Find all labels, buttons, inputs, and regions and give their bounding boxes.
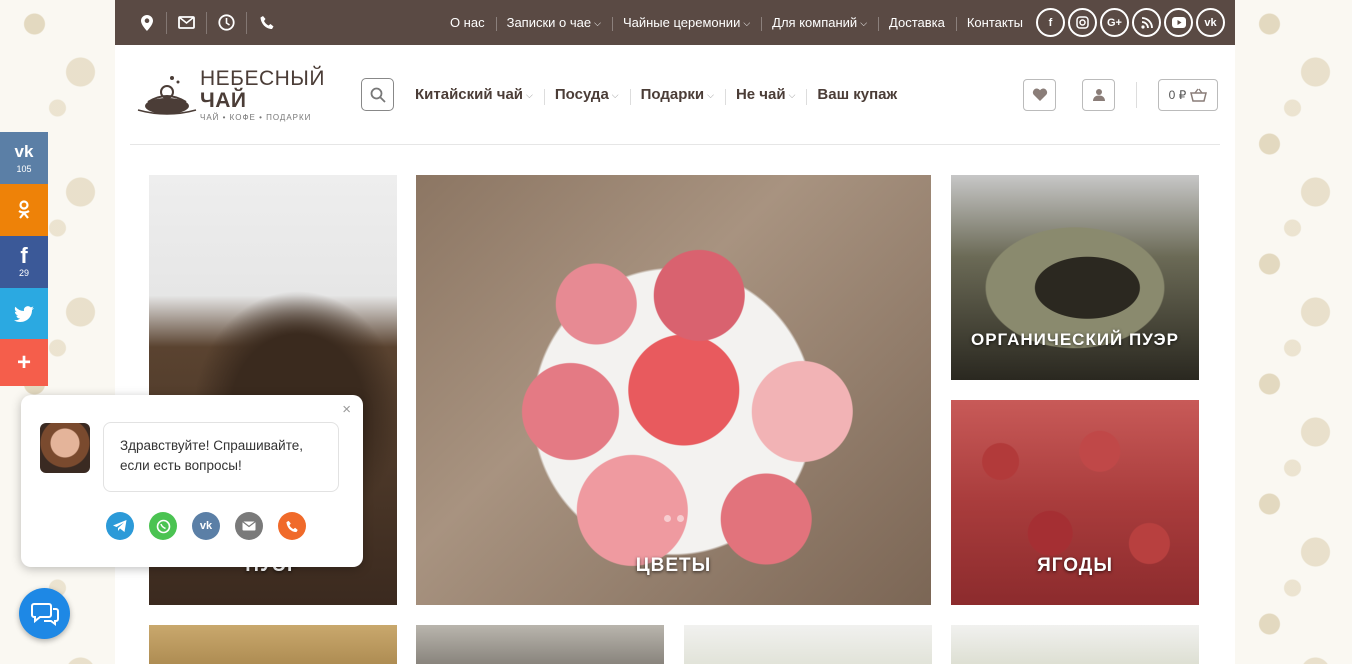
tile-label: ЯГОДЫ	[1037, 555, 1113, 576]
chat-bubble-icon	[30, 602, 59, 626]
top-navigation: О нас Записки о чае ⌵ Чайные церемонии ⌵ Д…	[439, 15, 1034, 31]
nav-not-tea[interactable]: Не чай ⌵	[724, 86, 806, 105]
site-logo[interactable]: НЕБЕСНЫЙ ЧАЙ ЧАЙ • КОФЕ • ПОДАРКИ	[134, 66, 346, 122]
logo-subtitle: ЧАЙ • КОФЕ • ПОДАРКИ	[200, 112, 312, 122]
logo-title: НЕБЕСНЫЙ	[200, 66, 325, 90]
twitter-icon	[14, 305, 34, 322]
chevron-down-icon: ⌵	[788, 90, 796, 100]
vk-icon: vk	[14, 141, 34, 161]
tile-label: ЦВЕТЫ	[635, 555, 712, 576]
google-plus-icon[interactable]: G+	[1100, 8, 1129, 37]
share-twitter-button[interactable]	[0, 288, 48, 339]
chevron-down-icon: ⌵	[860, 18, 868, 28]
header-divider	[1136, 81, 1137, 108]
telegram-icon[interactable]	[106, 512, 134, 540]
nav-your-blend[interactable]: Ваш купаж	[806, 86, 908, 105]
facebook-icon: f	[20, 242, 28, 268]
tile-label: ОРГАНИЧЕСКИЙ ПУЭР	[970, 330, 1179, 349]
share-odnoklassniki-button[interactable]	[0, 184, 48, 236]
email-icon[interactable]	[235, 512, 263, 540]
wishlist-button[interactable]	[1023, 78, 1056, 111]
category-tile[interactable]	[149, 625, 397, 664]
close-icon[interactable]: ×	[342, 401, 351, 418]
youtube-icon[interactable]	[1164, 8, 1193, 37]
chat-popup: × Здравствуйте! Спрашивайте, если есть в…	[21, 395, 363, 567]
facebook-icon[interactable]: f	[1036, 8, 1065, 37]
share-sidebar: vk 105 f 29 +	[0, 132, 48, 386]
location-icon[interactable]	[127, 11, 167, 34]
share-vk-button[interactable]: vk 105	[0, 132, 48, 184]
background-pattern-right	[1235, 0, 1352, 664]
phone-icon[interactable]	[247, 12, 287, 34]
topnav-about[interactable]: О нас	[439, 15, 496, 30]
nav-gifts[interactable]: Подарки ⌵	[629, 86, 725, 105]
top-bar: О нас Записки о чае ⌵ Чайные церемонии ⌵ Д…	[115, 0, 1235, 45]
chevron-down-icon: ⌵	[707, 90, 714, 100]
nav-chinese-tea[interactable]: Китайский чай ⌵	[404, 86, 544, 103]
basket-icon	[1190, 88, 1208, 102]
category-tile[interactable]	[951, 625, 1199, 664]
logo-title-bold: ЧАЙ	[200, 88, 247, 112]
search-button[interactable]	[361, 78, 394, 111]
category-tile[interactable]	[416, 625, 664, 664]
topnav-companies[interactable]: Для компаний ⌵	[761, 15, 878, 31]
chat-channels: vk	[106, 512, 306, 540]
cart-button[interactable]: 0 ₽	[1158, 78, 1218, 111]
plus-icon: +	[16, 348, 31, 376]
mail-icon[interactable]	[167, 11, 207, 34]
share-facebook-button[interactable]: f 29	[0, 236, 48, 288]
instagram-icon[interactable]	[1068, 8, 1097, 37]
chat-launcher-button[interactable]	[19, 588, 70, 639]
topnav-tea-notes[interactable]: Записки о чае ⌵	[495, 15, 612, 31]
clock-icon[interactable]	[207, 11, 247, 34]
vk-icon[interactable]: vk	[1196, 8, 1225, 37]
odnoklassniki-icon	[18, 200, 30, 219]
share-more-button[interactable]: +	[0, 339, 48, 386]
vk-icon[interactable]: vk	[192, 512, 220, 540]
main-navigation: Китайский чай ⌵ Посуда ⌵ Подарки ⌵ Не чай ⌵ …	[404, 86, 908, 105]
chat-greeting: Здравствуйте! Спрашивайте, если есть воп…	[103, 422, 339, 492]
category-tile-flowers[interactable]: ЦВЕТЫ	[416, 175, 931, 605]
teapot-logo-icon	[134, 72, 200, 118]
cart-amount: 0 ₽	[1168, 87, 1187, 102]
search-icon	[370, 87, 386, 103]
category-tile-organic-puer[interactable]: ОРГАНИЧЕСКИЙ ПУЭР	[951, 175, 1199, 380]
user-icon	[1092, 89, 1105, 101]
chevron-down-icon: ⌵	[743, 18, 751, 28]
account-button[interactable]	[1082, 78, 1115, 111]
chevron-down-icon: ⌵	[526, 90, 533, 100]
rss-icon[interactable]	[1132, 8, 1161, 37]
slider-dots	[663, 515, 684, 522]
category-tile-berries[interactable]: ЯГОДЫ	[951, 400, 1199, 605]
heart-icon	[1032, 88, 1047, 101]
topnav-contacts[interactable]: Контакты	[955, 15, 1034, 31]
site-header: НЕБЕСНЫЙ ЧАЙ ЧАЙ • КОФЕ • ПОДАРКИ Китайс…	[130, 45, 1220, 145]
topnav-ceremonies[interactable]: Чайные церемонии ⌵	[611, 15, 761, 31]
social-links: f G+ vk	[1036, 8, 1225, 37]
topnav-delivery[interactable]: Доставка	[878, 15, 956, 31]
whatsapp-icon[interactable]	[149, 512, 177, 540]
nav-teaware[interactable]: Посуда ⌵	[543, 86, 630, 105]
share-count: 29	[18, 267, 29, 278]
phone-icon[interactable]	[278, 512, 306, 540]
share-count: 105	[16, 163, 32, 174]
chevron-down-icon: ⌵	[594, 18, 601, 28]
chevron-down-icon: ⌵	[611, 90, 619, 100]
category-tile[interactable]	[684, 625, 932, 664]
avatar	[40, 423, 90, 473]
